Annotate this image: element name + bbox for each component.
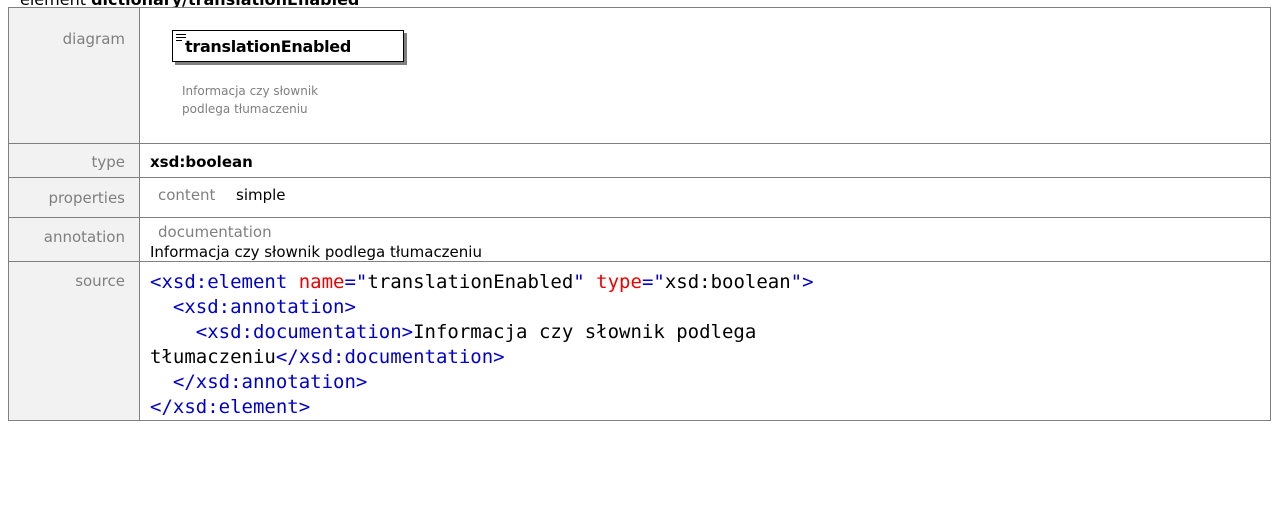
element-doc-table: diagram translationEnabled Informacja cz…	[8, 7, 1271, 421]
src-text: tłumaczeniu	[150, 346, 276, 368]
src-punct: ="	[344, 271, 368, 293]
element-node-name: translationEnabled	[185, 37, 352, 56]
annotation-cell: documentation Informacja czy słownik pod…	[139, 217, 1271, 262]
type-label: type	[91, 153, 125, 171]
source-code: <xsd:element name="translationEnabled" t…	[150, 270, 1270, 420]
source-label-cell: source	[8, 261, 140, 421]
diagram-label: diagram	[62, 30, 125, 48]
element-node[interactable]: translationEnabled	[172, 30, 404, 62]
property-entry: content simple	[158, 186, 1270, 204]
element-node-documentation: Informacja czy słownik podlega tłumaczen…	[182, 82, 402, 118]
src-text: Informacja czy słownik podlega	[413, 321, 757, 343]
type-label-cell: type	[8, 143, 140, 178]
src-punct: ="	[641, 271, 665, 293]
src-tag: </xsd:annotation>	[172, 371, 368, 393]
properties-label-cell: properties	[8, 177, 140, 218]
annotation-key: documentation	[158, 223, 272, 241]
properties-label: properties	[48, 189, 125, 207]
src-tag: </xsd:element>	[150, 396, 311, 418]
src-punct: "	[573, 271, 597, 293]
src-tag: </xsd:documentation>	[275, 346, 505, 368]
src-tag: <xsd:documentation>	[195, 321, 414, 343]
element-doc-line: podlega tłumaczeniu	[182, 102, 308, 116]
src-tag: <xsd:element	[150, 271, 299, 293]
src-attr-value: translationEnabled	[367, 271, 574, 293]
annotation-label: annotation	[43, 228, 125, 246]
type-value-link[interactable]: xsd:boolean	[150, 153, 1270, 171]
source-cell: <xsd:element name="translationEnabled" t…	[139, 261, 1271, 421]
properties-row: properties content simple	[8, 177, 1271, 218]
src-attr-value: xsd:boolean	[664, 271, 791, 293]
property-key: content	[158, 186, 216, 204]
type-row: type xsd:boolean	[8, 143, 1271, 178]
annotation-label-cell: annotation	[8, 217, 140, 262]
src-attr-name: name	[298, 271, 345, 293]
diagram-cell: translationEnabled Informacja czy słowni…	[139, 7, 1271, 144]
annotation-row: annotation documentation Informacja czy …	[8, 217, 1271, 262]
source-row: source <xsd:element name="translationEna…	[8, 261, 1271, 421]
source-label: source	[75, 272, 125, 290]
diagram-row: diagram translationEnabled Informacja cz…	[8, 7, 1271, 144]
type-cell: xsd:boolean	[139, 143, 1271, 178]
property-value: simple	[236, 186, 286, 204]
element-doc-line: Informacja czy słownik	[182, 84, 319, 98]
schema-diagram: translationEnabled Informacja czy słowni…	[172, 30, 412, 136]
src-punct: ">	[790, 271, 814, 293]
properties-cell: content simple	[139, 177, 1271, 218]
annotation-text: Informacja czy słownik podlega tłumaczen…	[150, 243, 482, 261]
diagram-label-cell: diagram	[8, 7, 140, 144]
src-attr-name: type	[596, 271, 642, 293]
src-tag: <xsd:annotation>	[172, 296, 356, 318]
